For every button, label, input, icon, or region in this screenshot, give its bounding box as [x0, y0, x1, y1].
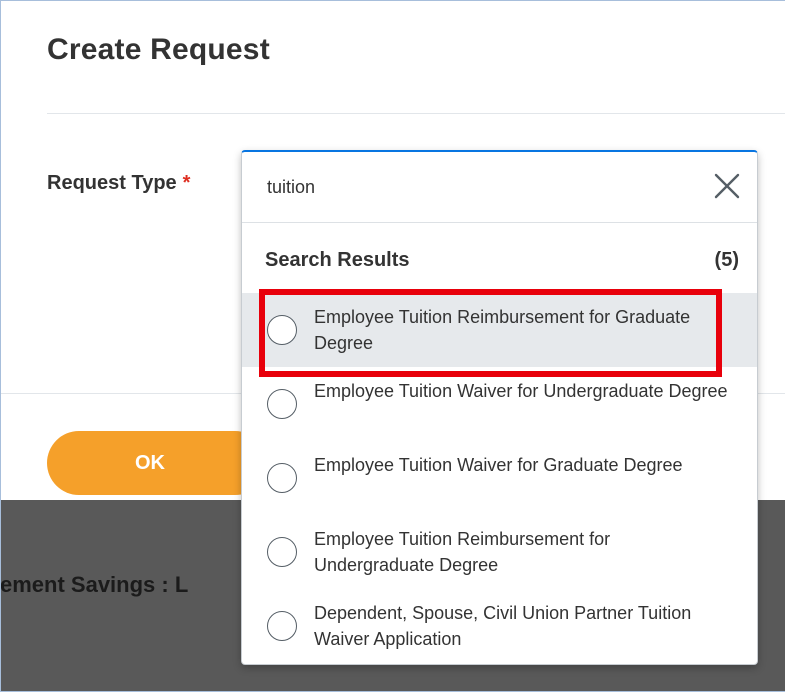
search-result-label: Dependent, Spouse, Civil Union Partner T… [314, 603, 692, 649]
title-divider [47, 113, 785, 114]
request-type-label-text: Request Type [47, 172, 177, 194]
search-result-item[interactable]: Employee Tuition Reimbursement for Under… [242, 515, 757, 589]
close-icon[interactable] [713, 172, 741, 200]
radio-button[interactable] [267, 611, 297, 641]
search-results-header: Search Results (5) [242, 222, 757, 293]
required-marker: * [182, 172, 191, 194]
search-result-label: Employee Tuition Waiver for Undergraduat… [314, 381, 728, 401]
background-page-text-value: ement Savings : L [0, 572, 189, 597]
request-type-label: Request Type * [47, 172, 190, 195]
search-results-count: (5) [714, 249, 739, 271]
highlight-annotation-box [259, 289, 722, 377]
background-page-text: ement Savings : L [0, 572, 242, 598]
radio-button[interactable] [267, 537, 297, 567]
request-type-dropdown: Search Results (5) Employee Tuition Reim… [241, 150, 758, 665]
search-result-item[interactable]: Dependent, Spouse, Civil Union Partner T… [242, 589, 757, 663]
ok-button[interactable]: OK [47, 431, 267, 495]
search-result-item[interactable]: Employee Tuition Waiver for Undergraduat… [242, 367, 757, 441]
page-title: Create Request [47, 33, 270, 66]
search-results-title: Search Results [265, 249, 410, 271]
radio-button[interactable] [267, 463, 297, 493]
search-result-item[interactable]: Employee Tuition Waiver for Graduate Deg… [242, 441, 757, 515]
radio-button[interactable] [267, 389, 297, 419]
search-row [242, 152, 757, 222]
search-result-label: Employee Tuition Waiver for Graduate Deg… [314, 455, 683, 475]
request-type-search-input[interactable] [267, 170, 687, 204]
search-result-label: Employee Tuition Reimbursement for Under… [314, 529, 611, 575]
